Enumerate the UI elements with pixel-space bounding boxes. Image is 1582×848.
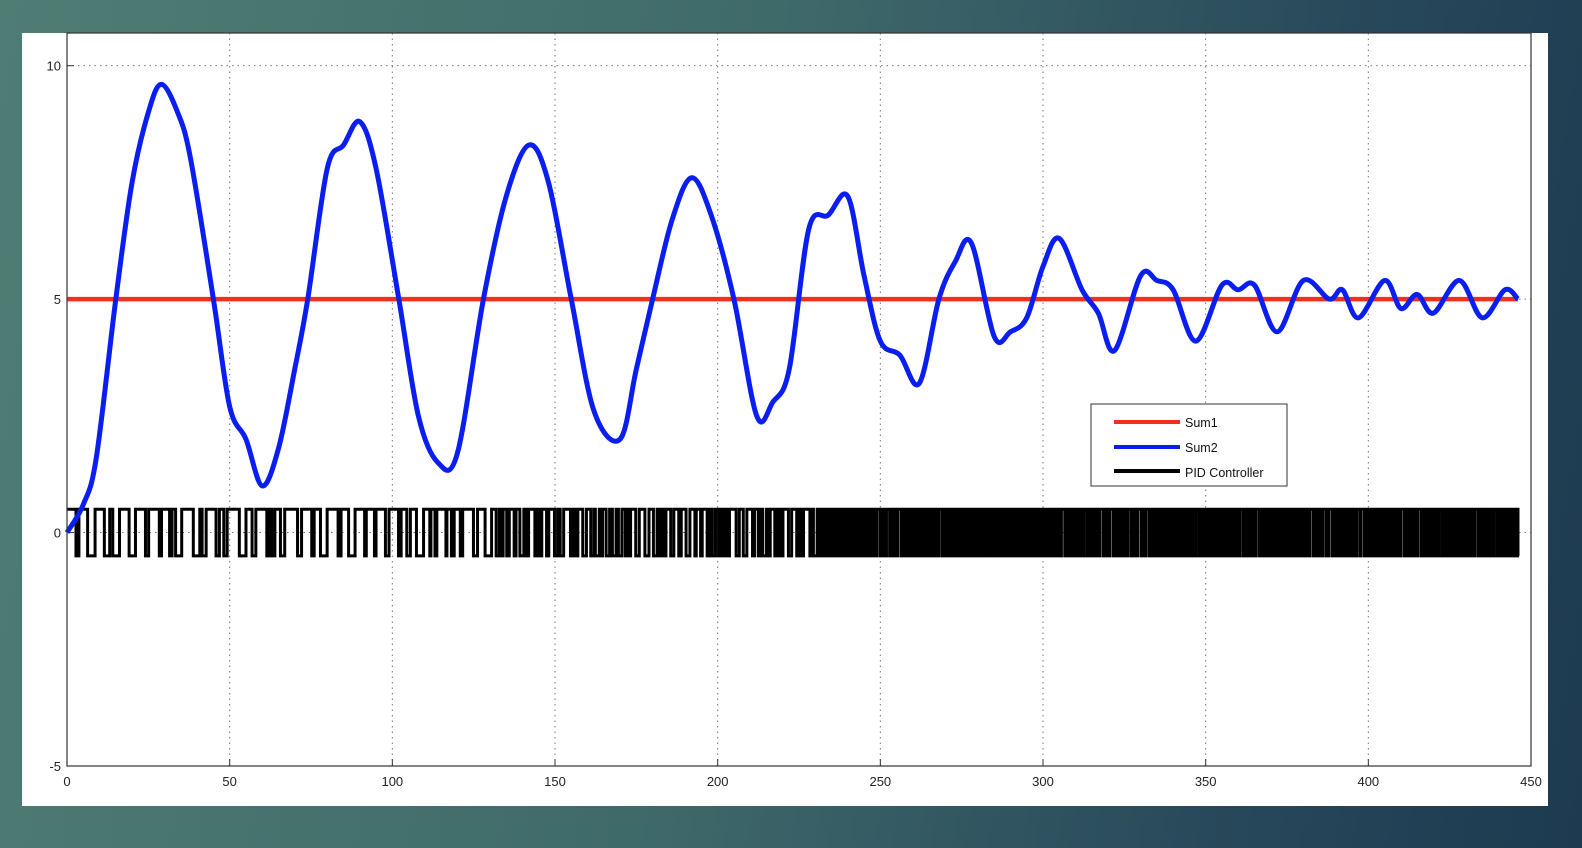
x-tick-label: 350	[1195, 774, 1217, 789]
legend-label-sum2: Sum2	[1185, 441, 1218, 455]
x-tick-label: 200	[707, 774, 729, 789]
x-tick-label: 0	[63, 774, 70, 789]
x-tick-label: 300	[1032, 774, 1054, 789]
x-tick-label: 250	[869, 774, 891, 789]
x-tick-label: 150	[544, 774, 566, 789]
legend: Sum1 Sum2 PID Controller	[1090, 403, 1288, 487]
x-tick-label: 50	[222, 774, 236, 789]
chart: 0 50 100 150 200 250 300 350 400 450-50510 Sum1 S…	[22, 32, 1548, 806]
y-tick-label: -5	[49, 759, 61, 774]
legend-label-pid: PID Controller	[1185, 466, 1264, 480]
y-tick-label: 0	[54, 526, 61, 541]
x-tick-label: 450	[1520, 774, 1542, 789]
y-tick-label: 10	[47, 59, 61, 74]
series-line-pid-controller	[67, 507, 1520, 558]
x-tick-label: 100	[381, 774, 403, 789]
x-tick-label: 400	[1357, 774, 1379, 789]
legend-label-sum1: Sum1	[1185, 416, 1218, 430]
figure-panel	[22, 33, 1548, 806]
y-tick-label: 5	[54, 292, 61, 307]
